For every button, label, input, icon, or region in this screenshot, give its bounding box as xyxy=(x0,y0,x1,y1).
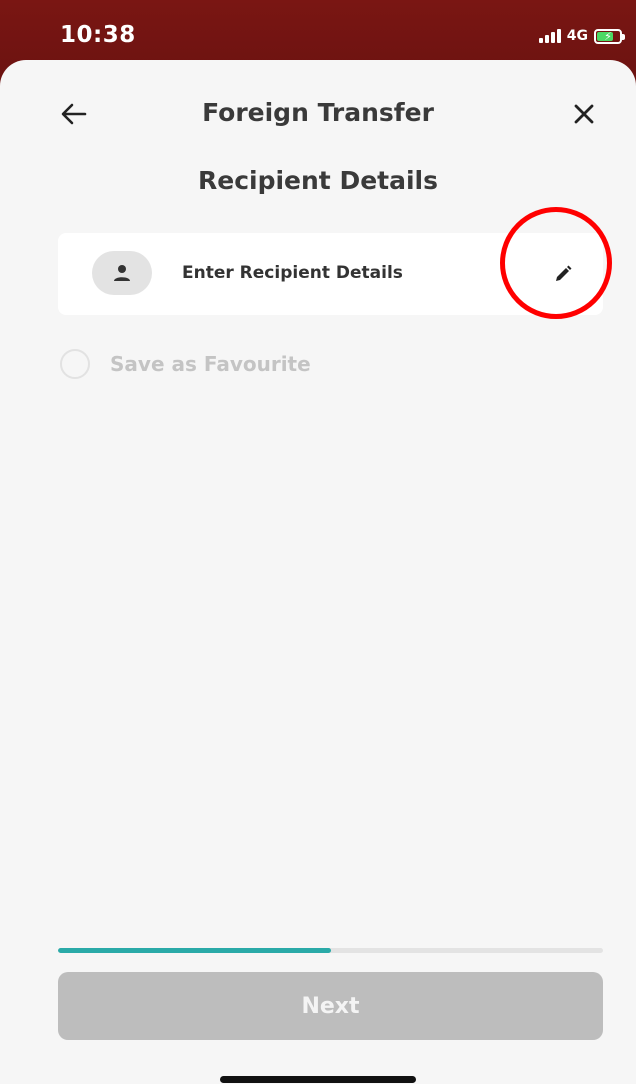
progress-fill xyxy=(58,948,331,953)
next-button[interactable]: Next xyxy=(58,972,603,1040)
progress-bar xyxy=(58,948,603,953)
bolt-icon: ⚡ xyxy=(604,29,612,43)
save-favourite-option[interactable]: Save as Favourite xyxy=(60,348,311,380)
arrow-left-icon xyxy=(61,103,87,125)
top-nav: Foreign Transfer xyxy=(0,88,636,138)
favourite-label: Save as Favourite xyxy=(110,352,311,376)
section-title: Recipient Details xyxy=(197,166,438,195)
close-button[interactable] xyxy=(566,96,602,132)
network-label: 4G xyxy=(566,28,588,44)
recipient-details-card[interactable]: Enter Recipient Details xyxy=(58,233,603,315)
status-indicators: 4G ⚡ xyxy=(538,26,625,46)
person-icon xyxy=(114,265,130,281)
pencil-icon xyxy=(556,265,572,281)
avatar xyxy=(92,251,152,295)
favourite-radio[interactable] xyxy=(60,349,90,379)
screen: 10:38 4G ⚡ Foreign Transfer Recipient De… xyxy=(0,0,636,1084)
transfer-sheet: Foreign Transfer Recipient Details Enter… xyxy=(0,60,636,1084)
page-title: Foreign Transfer xyxy=(202,98,434,127)
battery-charging-icon: ⚡ xyxy=(594,28,625,44)
signal-icon xyxy=(538,29,561,43)
close-icon xyxy=(574,104,594,124)
back-button[interactable] xyxy=(56,96,92,132)
edit-recipient-button[interactable] xyxy=(547,258,579,290)
recipient-details-label: Enter Recipient Details xyxy=(182,263,403,283)
home-indicator xyxy=(220,1076,416,1083)
status-time: 10:38 xyxy=(60,22,136,48)
